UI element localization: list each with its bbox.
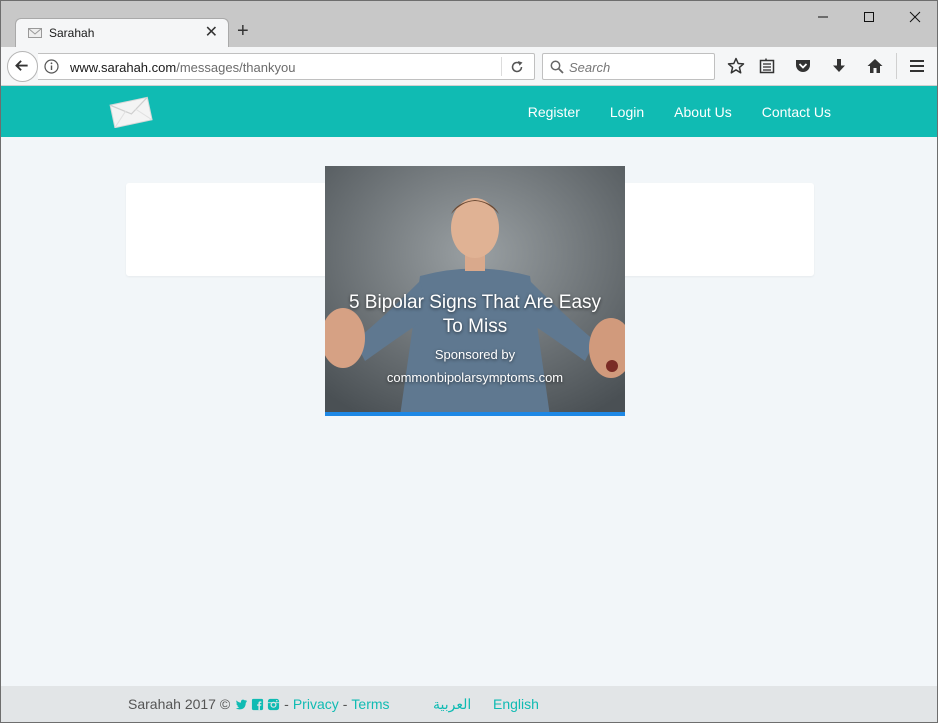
search-input[interactable]: Search <box>569 60 610 75</box>
tab-close-icon[interactable]: ✕ <box>205 25 218 41</box>
back-icon <box>15 60 28 71</box>
new-tab-button[interactable]: + <box>237 21 249 41</box>
ad-text-block: 5 Bipolar Signs That Are Easy To Miss Sp… <box>325 291 625 389</box>
pocket-icon[interactable] <box>794 57 812 75</box>
footer-terms-link[interactable]: Terms <box>351 696 389 712</box>
info-icon[interactable] <box>44 59 59 74</box>
url-bar[interactable]: www.sarahah.com/messages/thankyou <box>38 53 535 80</box>
nav-register-link[interactable]: Register <box>528 104 580 120</box>
ad-headline[interactable]: 5 Bipolar Signs That Are Easy To Miss <box>325 291 625 339</box>
back-button[interactable] <box>7 51 38 82</box>
envelope-favicon-icon <box>28 28 42 38</box>
facebook-icon[interactable] <box>251 698 264 711</box>
twitter-icon[interactable] <box>235 698 248 711</box>
close-icon[interactable] <box>905 7 925 27</box>
browser-tab[interactable]: Sarahah ✕ <box>15 18 229 48</box>
title-bar: Sarahah ✕ + <box>1 1 937 48</box>
footer-left: Sarahah 2017 © - Privacy - Terms <box>128 696 390 712</box>
nav-about-link[interactable]: About Us <box>674 104 732 120</box>
url-path: /messages/thankyou <box>176 60 296 75</box>
menu-icon[interactable] <box>908 57 926 75</box>
envelope-logo-icon[interactable] <box>109 96 153 128</box>
home-icon[interactable] <box>866 57 884 75</box>
ad-sponsor-domain: commonbipolarsymptoms.com <box>386 370 564 385</box>
site-header: Register Login About Us Contact Us <box>1 86 937 137</box>
minimize-icon[interactable] <box>813 7 833 27</box>
ad-sponsor-label: Sponsored by <box>434 347 516 362</box>
search-icon <box>550 60 564 74</box>
tab-title: Sarahah <box>49 26 95 40</box>
maximize-icon[interactable] <box>859 7 879 27</box>
nav-contact-link[interactable]: Contact Us <box>762 104 831 120</box>
navigation-toolbar: www.sarahah.com/messages/thankyou Search <box>1 47 937 86</box>
url-divider <box>501 57 502 76</box>
footer-separator: - <box>284 696 289 712</box>
bookmark-star-icon[interactable] <box>727 57 745 75</box>
search-bar[interactable]: Search <box>542 53 715 80</box>
toolbar-separator <box>896 53 897 79</box>
browser-window: Sarahah ✕ + www.sarahah.com/messages/tha… <box>0 0 938 723</box>
site-footer: Sarahah 2017 © - Privacy - Terms العربية… <box>1 686 937 722</box>
url-host: www.sarahah.com <box>70 60 177 75</box>
reload-icon[interactable] <box>510 60 524 74</box>
footer-copyright: Sarahah 2017 © <box>128 696 231 712</box>
reader-list-icon[interactable] <box>758 57 776 75</box>
language-arabic-link[interactable]: العربية <box>433 696 471 713</box>
instagram-icon[interactable] <box>267 698 280 711</box>
sponsored-ad[interactable]: 5 Bipolar Signs That Are Easy To Miss Sp… <box>325 166 625 416</box>
site-nav: Register Login About Us Contact Us <box>498 86 831 137</box>
footer-separator: - <box>342 696 348 712</box>
download-icon[interactable] <box>830 57 848 75</box>
url-text[interactable]: www.sarahah.com/messages/thankyou <box>70 60 295 75</box>
nav-login-link[interactable]: Login <box>610 104 644 120</box>
footer-privacy-link[interactable]: Privacy <box>293 696 339 712</box>
language-english-link[interactable]: English <box>493 696 539 712</box>
